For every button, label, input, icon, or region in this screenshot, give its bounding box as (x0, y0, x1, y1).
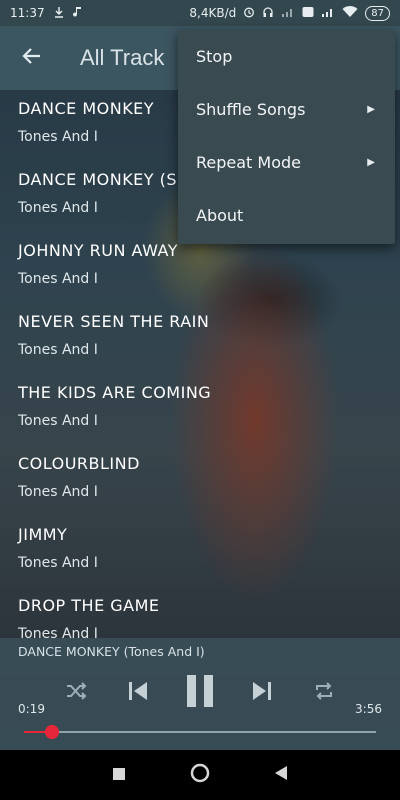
home-button[interactable] (190, 763, 210, 787)
previous-button[interactable] (118, 672, 158, 714)
menu-item-label: Shuffle Songs (196, 100, 306, 119)
alarm-icon (243, 6, 255, 21)
track-title: THE KIDS ARE COMING (18, 383, 212, 402)
pause-icon (185, 674, 215, 712)
track-title: JIMMY (18, 525, 68, 544)
track-artist: Tones And I (18, 555, 98, 571)
track-artist: Tones And I (18, 271, 98, 287)
menu-item-stop[interactable]: Stop (178, 30, 395, 83)
track-title: NEVER SEEN THE RAIN (18, 312, 210, 331)
overflow-menu: Stop Shuffle Songs ▶ Repeat Mode ▶ About (178, 30, 395, 244)
arrow-left-icon (22, 43, 42, 73)
page-title: All Track (80, 45, 165, 70)
status-bar: 11:37 8,4KB/d 87 (0, 0, 400, 26)
submenu-arrow-icon: ▶ (367, 104, 375, 115)
track-title: JOHNNY RUN AWAY (18, 241, 179, 260)
track-artist: Tones And I (18, 413, 98, 429)
recents-button[interactable] (112, 766, 126, 785)
signal-4g-icon (321, 6, 335, 21)
system-navigation-bar (0, 750, 400, 800)
menu-item-shuffle-songs[interactable]: Shuffle Songs ▶ (178, 83, 395, 136)
track-artist: Tones And I (18, 626, 98, 638)
seek-bar[interactable] (24, 725, 376, 739)
wifi-icon (342, 5, 358, 21)
shuffle-icon (65, 681, 87, 705)
track-item[interactable]: THE KIDS ARE COMING Tones And I (0, 374, 400, 445)
menu-item-label: About (196, 206, 244, 225)
player-controls (0, 672, 400, 714)
track-item[interactable]: COLOURBLIND Tones And I (0, 445, 400, 516)
hd-icon (302, 6, 314, 21)
track-item[interactable]: NEVER SEEN THE RAIN Tones And I (0, 303, 400, 374)
track-title: COLOURBLIND (18, 454, 140, 473)
music-note-icon (72, 6, 83, 21)
repeat-button[interactable] (304, 672, 344, 714)
battery-level: 87 (365, 5, 390, 21)
track-artist: Tones And I (18, 484, 98, 500)
now-playing-label: DANCE MONKEY (Tones And I) (18, 644, 205, 659)
track-artist: Tones And I (18, 342, 98, 358)
next-button[interactable] (242, 672, 282, 714)
menu-item-label: Repeat Mode (196, 153, 301, 172)
status-time: 11:37 (10, 6, 45, 20)
download-icon (53, 6, 65, 21)
elapsed-time: 0:19 (18, 702, 45, 716)
total-duration: 3:56 (355, 702, 382, 716)
player-panel: DANCE MONKEY (Tones And I) 0:19 3:56 (0, 638, 400, 750)
menu-item-repeat-mode[interactable]: Repeat Mode ▶ (178, 136, 395, 189)
repeat-icon (313, 681, 335, 705)
net-speed: 8,4KB/d (189, 6, 237, 20)
track-item[interactable]: DROP THE GAME Tones And I (0, 587, 400, 638)
menu-item-about[interactable]: About (178, 189, 395, 242)
track-title: DROP THE GAME (18, 596, 160, 615)
skip-next-icon (251, 680, 273, 706)
track-item[interactable]: JIMMY Tones And I (0, 516, 400, 587)
signal-icon (281, 6, 295, 21)
shuffle-button[interactable] (56, 672, 96, 714)
seek-thumb[interactable] (45, 725, 60, 739)
skip-previous-icon (127, 680, 149, 706)
pause-button[interactable] (178, 672, 222, 714)
back-button[interactable] (0, 26, 64, 90)
back-nav-button[interactable] (274, 765, 288, 785)
menu-item-label: Stop (196, 47, 233, 66)
submenu-arrow-icon: ▶ (367, 157, 375, 168)
headphones-icon (262, 6, 274, 21)
